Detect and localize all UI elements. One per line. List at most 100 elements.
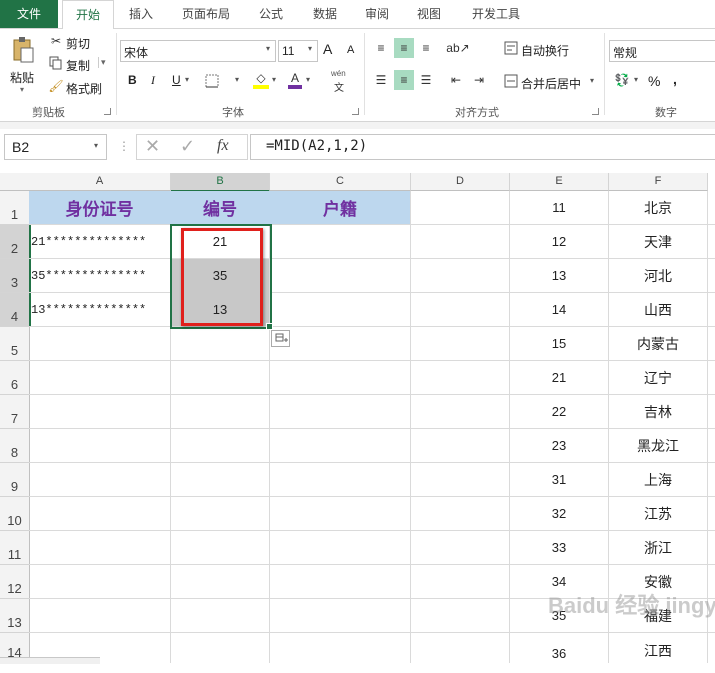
cell-a2[interactable]: 21**************: [31, 225, 170, 258]
increase-indent-icon[interactable]: ⇥: [470, 70, 488, 90]
font-name-select[interactable]: 宋体 ▾: [120, 40, 276, 62]
row-header[interactable]: 1: [0, 191, 30, 225]
paste-dropdown-icon[interactable]: ▾: [20, 85, 24, 94]
tab-formulas[interactable]: 公式: [246, 0, 296, 28]
column-header-c[interactable]: C: [270, 173, 411, 191]
row-header[interactable]: 8: [0, 429, 30, 463]
percent-button[interactable]: %: [648, 73, 660, 89]
merge-center-icon[interactable]: [503, 73, 519, 89]
cell-e-code[interactable]: 12: [510, 225, 608, 258]
font-launcher-icon[interactable]: [352, 108, 359, 115]
row-header[interactable]: 11: [0, 531, 30, 565]
fill-dropdown-icon[interactable]: ▾: [272, 75, 276, 84]
cell-e-code[interactable]: 11: [510, 191, 608, 224]
cell-f-place[interactable]: 辽宁: [609, 361, 707, 394]
column-header-a[interactable]: A: [29, 173, 171, 191]
cell-f-place[interactable]: 北京: [609, 191, 707, 224]
align-center-icon[interactable]: ≡: [394, 70, 414, 90]
clipboard-launcher-icon[interactable]: [104, 108, 111, 115]
cell-e-code[interactable]: 15: [510, 327, 608, 360]
cell-e-code[interactable]: 13: [510, 259, 608, 292]
cell-f-place[interactable]: 江西: [609, 633, 707, 663]
name-box[interactable]: B2 ▾: [4, 134, 107, 160]
font-size-select[interactable]: 11 ▾: [278, 40, 318, 62]
cell-a3[interactable]: 35**************: [31, 259, 170, 292]
cell-e-code[interactable]: 14: [510, 293, 608, 326]
border-icon[interactable]: [204, 73, 220, 89]
cell-f-place[interactable]: 浙江: [609, 531, 707, 564]
shrink-font-icon[interactable]: A: [347, 44, 354, 56]
cell-c1[interactable]: 户籍: [270, 191, 410, 224]
align-left-icon[interactable]: ☰: [372, 70, 390, 90]
underline-button[interactable]: U: [172, 73, 181, 87]
orientation-icon[interactable]: ab↗: [446, 38, 469, 58]
number-format-select[interactable]: 常规: [609, 40, 715, 62]
wrap-text-button[interactable]: 自动换行: [521, 42, 569, 59]
select-all-corner[interactable]: [0, 173, 30, 191]
copy-dropdown-icon[interactable]: ▾: [98, 57, 106, 68]
tab-developer[interactable]: 开发工具: [458, 0, 534, 28]
insert-function-icon[interactable]: fx: [217, 137, 229, 155]
cell-e-code[interactable]: 36: [510, 633, 608, 663]
formula-input[interactable]: =MID(A2,1,2): [250, 134, 715, 160]
column-header-b[interactable]: B: [171, 173, 270, 192]
cell-f-place[interactable]: 江苏: [609, 497, 707, 530]
bold-button[interactable]: B: [128, 73, 137, 87]
merge-center-button[interactable]: 合并后居中: [521, 75, 581, 92]
currency-icon[interactable]: 💱: [612, 71, 632, 89]
fill-color-icon[interactable]: ◇: [252, 70, 270, 90]
tab-file[interactable]: 文件: [0, 0, 58, 28]
cell-e-code[interactable]: 23: [510, 429, 608, 462]
paste-button[interactable]: 粘贴: [10, 69, 34, 86]
border-dropdown-icon[interactable]: ▾: [235, 75, 239, 84]
row-header[interactable]: 12: [0, 565, 30, 599]
row-header[interactable]: 10: [0, 497, 30, 531]
merge-dropdown-icon[interactable]: ▾: [590, 76, 594, 85]
cancel-icon[interactable]: ✕: [145, 136, 160, 157]
comma-button[interactable]: ,: [673, 71, 677, 87]
cell-e-code[interactable]: 32: [510, 497, 608, 530]
row-header[interactable]: 7: [0, 395, 30, 429]
align-top-icon[interactable]: ≡: [372, 38, 390, 58]
paste-icon[interactable]: [10, 35, 36, 65]
cell-e-code[interactable]: 31: [510, 463, 608, 496]
row-header[interactable]: 5: [0, 327, 30, 361]
font-color-dropdown-icon[interactable]: ▾: [306, 75, 310, 84]
tab-data[interactable]: 数据: [300, 0, 350, 28]
cell-f-place[interactable]: 吉林: [609, 395, 707, 428]
row-header[interactable]: 4: [0, 293, 31, 327]
align-middle-icon[interactable]: ≡: [394, 38, 414, 58]
column-header-f[interactable]: F: [609, 173, 708, 191]
alignment-launcher-icon[interactable]: [592, 108, 599, 115]
font-color-icon[interactable]: A: [287, 70, 303, 90]
tab-page-layout[interactable]: 页面布局: [170, 0, 242, 28]
tab-home[interactable]: 开始: [62, 0, 114, 30]
phonetic-icon[interactable]: 文: [334, 79, 344, 94]
wrap-text-icon[interactable]: [503, 40, 519, 56]
format-painter-button[interactable]: 格式刷: [66, 80, 102, 97]
cell-f-place[interactable]: 天津: [609, 225, 707, 258]
cell-f-place[interactable]: 山西: [609, 293, 707, 326]
fill-handle[interactable]: [266, 323, 273, 330]
row-header[interactable]: 13: [0, 599, 30, 633]
phonetic-button[interactable]: wén: [331, 69, 346, 78]
cell-e-code[interactable]: 22: [510, 395, 608, 428]
cell-e-code[interactable]: 21: [510, 361, 608, 394]
copy-button[interactable]: 复制: [66, 57, 90, 74]
scissors-icon[interactable]: ✂: [49, 34, 63, 48]
underline-dropdown-icon[interactable]: ▾: [185, 75, 189, 84]
cell-b1[interactable]: 编号: [171, 191, 269, 224]
row-header[interactable]: 2: [0, 225, 31, 259]
cell-f-place[interactable]: 内蒙古: [609, 327, 707, 360]
row-header[interactable]: 3: [0, 259, 31, 293]
tab-review[interactable]: 审阅: [354, 0, 400, 28]
tab-insert[interactable]: 插入: [116, 0, 166, 28]
cell-f-place[interactable]: 河北: [609, 259, 707, 292]
align-right-icon[interactable]: ☰: [417, 70, 435, 90]
italic-button[interactable]: I: [151, 73, 155, 88]
currency-dropdown-icon[interactable]: ▾: [634, 75, 638, 84]
column-header-d[interactable]: D: [411, 173, 510, 191]
cell-a1[interactable]: 身份证号: [29, 191, 170, 224]
row-header[interactable]: 9: [0, 463, 30, 497]
cell-f-place[interactable]: 黑龙江: [609, 429, 707, 462]
